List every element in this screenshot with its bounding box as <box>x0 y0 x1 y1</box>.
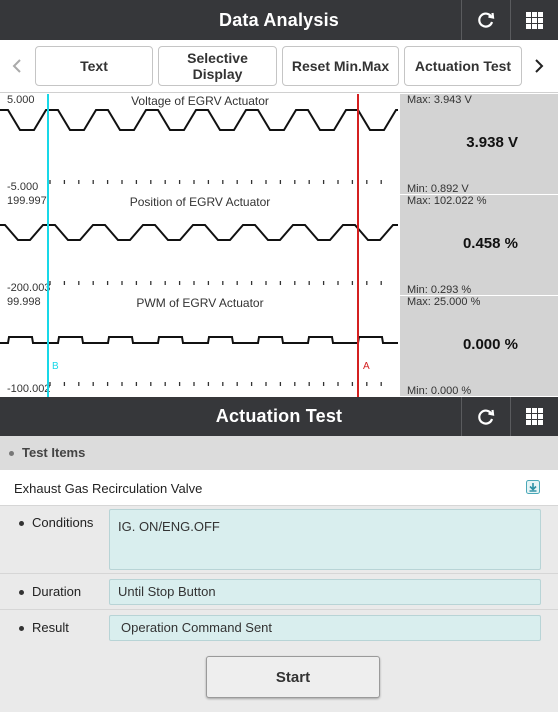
refresh-button[interactable] <box>461 0 509 40</box>
chevron-right-icon <box>535 59 544 73</box>
conditions-label: Conditions <box>32 515 94 530</box>
start-button[interactable]: Start <box>206 656 380 698</box>
toolbar: Text Selective Display Reset Min.Max Act… <box>0 40 558 93</box>
graph-voltage[interactable]: 5.000 Voltage of EGRV Actuator -5.000 Ma… <box>0 94 558 195</box>
waveform-line <box>0 224 398 241</box>
graph-value-panel: Max: 3.943 V 3.938 V Min: 0.892 V <box>400 94 558 195</box>
reset-min-max-button[interactable]: Reset Min.Max <box>282 46 399 86</box>
waveform-line <box>0 336 398 344</box>
graph-value-panel: Max: 25.000 % 0.000 % Min: 0.000 % <box>400 296 558 397</box>
data-analysis-header: Data Analysis <box>0 0 558 40</box>
test-item-row[interactable]: Exhaust Gas Recirculation Valve <box>0 470 558 506</box>
current-value: 0.000 % <box>462 336 518 353</box>
graph-waveform-position <box>0 224 398 285</box>
graph-plot[interactable]: 199.997 Position of EGRV Actuator -200.0… <box>0 195 400 295</box>
actuation-test-header: Actuation Test <box>0 397 558 436</box>
test-items-label: Test Items <box>22 445 86 460</box>
graph-plot[interactable]: 99.998 PWM of EGRV Actuator -100.002 <box>0 296 400 396</box>
min-value: Min: 0.293 % <box>407 284 472 296</box>
download-icon[interactable] <box>526 480 540 494</box>
graph-waveform-pwm <box>0 336 398 386</box>
max-value: Max: 3.943 V <box>407 94 472 106</box>
chevron-left-icon <box>12 59 21 73</box>
conditions-field: IG. ON/ENG.OFF <box>109 509 541 570</box>
current-value: 0.458 % <box>462 235 518 252</box>
current-value: 3.938 V <box>466 134 518 151</box>
cursor-a-label: A <box>363 361 370 372</box>
min-value: Min: 0.892 V <box>407 183 469 195</box>
conditions-row: Conditions IG. ON/ENG.OFF <box>0 506 558 574</box>
refresh-icon <box>477 12 494 28</box>
duration-field: Until Stop Button <box>109 579 541 605</box>
max-value: Max: 102.022 % <box>407 195 487 207</box>
graph-pwm[interactable]: 99.998 PWM of EGRV Actuator -100.002 Max… <box>0 296 558 397</box>
bullet-icon <box>19 626 24 631</box>
result-row: Result Operation Command Sent <box>0 610 558 646</box>
refresh-icon <box>477 409 494 425</box>
bullet-icon <box>9 451 14 456</box>
graph-title: PWM of EGRV Actuator <box>136 296 264 310</box>
y-axis-min-label: -100.002 <box>7 383 51 395</box>
scroll-left-button[interactable] <box>5 46 29 86</box>
max-value: Max: 25.000 % <box>407 296 481 308</box>
result-label: Result <box>32 620 69 635</box>
duration-label: Duration <box>32 584 82 599</box>
graph-title: Voltage of EGRV Actuator <box>131 94 269 108</box>
grid-menu-button[interactable] <box>510 397 558 436</box>
selective-display-button[interactable]: Selective Display <box>158 46 277 86</box>
test-items-header: Test Items <box>0 436 558 470</box>
refresh-button[interactable] <box>461 397 509 436</box>
graph-waveform-voltage <box>0 109 398 184</box>
graph-plot[interactable]: 5.000 Voltage of EGRV Actuator -5.000 <box>0 94 400 194</box>
cursor-a-line[interactable] <box>357 94 359 397</box>
min-value: Min: 0.000 % <box>407 385 472 397</box>
duration-row: Duration Until Stop Button <box>0 574 558 610</box>
grid-menu-icon <box>526 408 543 425</box>
cursor-b-label: B <box>52 361 59 372</box>
graph-value-panel: Max: 102.022 % 0.458 % Min: 0.293 % <box>400 195 558 296</box>
grid-menu-button[interactable] <box>510 0 558 40</box>
waveform-line <box>0 109 398 131</box>
actuation-test-button[interactable]: Actuation Test <box>404 46 522 86</box>
graph-position[interactable]: 199.997 Position of EGRV Actuator -200.0… <box>0 195 558 296</box>
bullet-icon <box>19 521 24 526</box>
cursor-b-line[interactable] <box>47 94 49 397</box>
y-axis-min-label: -200.003 <box>7 282 51 294</box>
grid-menu-icon <box>526 11 543 29</box>
test-item-name: Exhaust Gas Recirculation Valve <box>14 481 203 496</box>
result-field: Operation Command Sent <box>109 615 541 641</box>
scroll-right-button[interactable] <box>527 46 551 86</box>
graph-title: Position of EGRV Actuator <box>129 195 271 209</box>
text-button[interactable]: Text <box>35 46 153 86</box>
y-axis-min-label: -5.000 <box>7 181 39 193</box>
bullet-icon <box>19 590 24 595</box>
